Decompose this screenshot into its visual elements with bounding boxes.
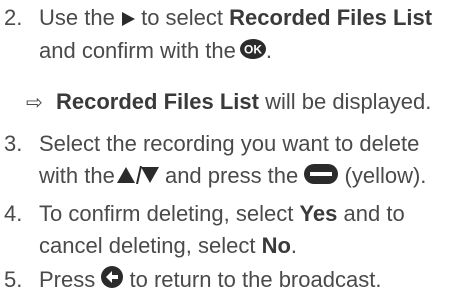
step-text: Select the recording you want to delete … bbox=[39, 128, 469, 193]
yellow-button-icon bbox=[304, 161, 339, 193]
instructions-page: 2. Use the to select Recorded Files List… bbox=[0, 0, 470, 297]
step-number: 2. bbox=[4, 5, 23, 30]
back-button-icon bbox=[101, 265, 124, 297]
step-text: To confirm deleting, select Yes and to c… bbox=[39, 201, 405, 258]
svg-text:OK: OK bbox=[244, 43, 262, 57]
step-number: 5. bbox=[4, 267, 23, 292]
right-arrow-icon bbox=[121, 3, 135, 35]
ok-button-icon: OK bbox=[239, 36, 266, 68]
up-down-arrow-icon bbox=[116, 161, 159, 193]
step-number: 3. bbox=[4, 131, 23, 156]
step-text: Use the to select Recorded Files List an… bbox=[39, 2, 469, 68]
step-number: 4. bbox=[4, 201, 23, 226]
result-arrow-icon: ⇨ bbox=[26, 92, 43, 114]
result-line: ⇨ Recorded Files List will be displayed. bbox=[26, 86, 431, 119]
step-text: Press to return to the broadcast. bbox=[39, 264, 469, 297]
